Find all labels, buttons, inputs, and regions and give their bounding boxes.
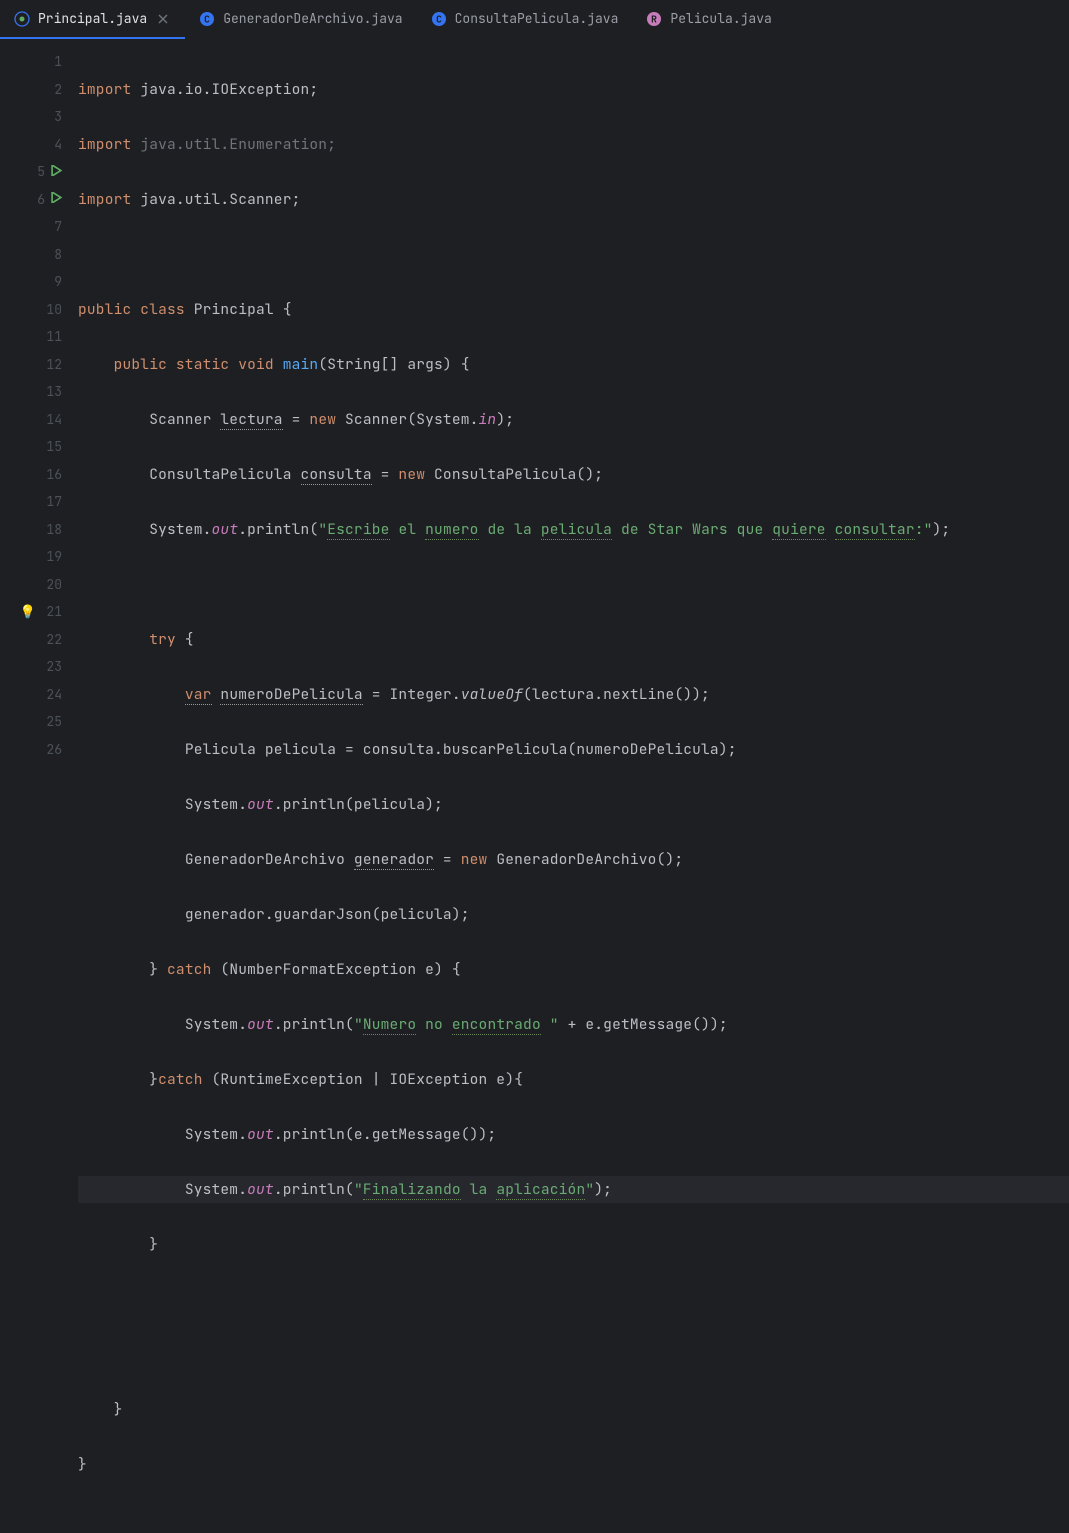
gutter: 1 2 3 4 5 6 7 8 9 10 11 12 13 14 15 16 1… <box>0 40 72 773</box>
svg-text:C: C <box>436 12 442 25</box>
svg-text:R: R <box>651 12 657 25</box>
code-editor[interactable]: 1 2 3 4 5 6 7 8 9 10 11 12 13 14 15 16 1… <box>0 40 1069 773</box>
line-number: 14 <box>42 411 62 428</box>
java-record-icon: R <box>646 11 662 27</box>
close-icon[interactable] <box>155 11 171 27</box>
line-number: 10 <box>42 301 62 318</box>
line-number: 18 <box>42 521 62 538</box>
line-number: 12 <box>42 356 62 373</box>
intention-bulb-icon[interactable]: 💡 <box>20 603 36 620</box>
line-number: 21 <box>42 603 62 620</box>
line-number: 3 <box>42 108 62 125</box>
line-number: 7 <box>42 218 62 235</box>
tab-label: GeneradorDeArchivo.java <box>223 10 402 27</box>
line-number: 23 <box>42 658 62 675</box>
line-number: 22 <box>42 631 62 648</box>
run-icon[interactable] <box>51 163 62 181</box>
line-number: 26 <box>42 741 62 758</box>
line-number: 9 <box>42 273 62 290</box>
line-number: 4 <box>42 136 62 153</box>
java-class-icon: C <box>431 11 447 27</box>
code-area[interactable]: import java.io.IOException; import java.… <box>72 40 1069 773</box>
line-number: 11 <box>42 328 62 345</box>
line-number: 25 <box>42 713 62 730</box>
tab-consulta[interactable]: C ConsultaPelicula.java <box>417 0 633 39</box>
tab-label: Pelicula.java <box>670 10 771 27</box>
java-class-icon: C <box>199 11 215 27</box>
line-number: 2 <box>42 81 62 98</box>
editor-tab-bar: Principal.java C GeneradorDeArchivo.java… <box>0 0 1069 40</box>
java-class-icon <box>14 11 30 27</box>
line-number: 20 <box>42 576 62 593</box>
tab-generador[interactable]: C GeneradorDeArchivo.java <box>185 0 416 39</box>
line-number: 5 <box>25 163 45 180</box>
tab-label: ConsultaPelicula.java <box>455 10 619 27</box>
line-number: 24 <box>42 686 62 703</box>
line-number: 1 <box>42 53 62 70</box>
tab-pelicula[interactable]: R Pelicula.java <box>632 0 785 39</box>
line-number: 19 <box>42 548 62 565</box>
tab-principal[interactable]: Principal.java <box>0 0 185 39</box>
svg-text:C: C <box>204 12 210 25</box>
line-number: 17 <box>42 493 62 510</box>
line-number: 8 <box>42 246 62 263</box>
line-number: 16 <box>42 466 62 483</box>
tab-label: Principal.java <box>38 10 147 27</box>
line-number: 6 <box>25 191 45 208</box>
line-number: 15 <box>42 438 62 455</box>
run-icon[interactable] <box>51 190 62 208</box>
line-number: 13 <box>42 383 62 400</box>
